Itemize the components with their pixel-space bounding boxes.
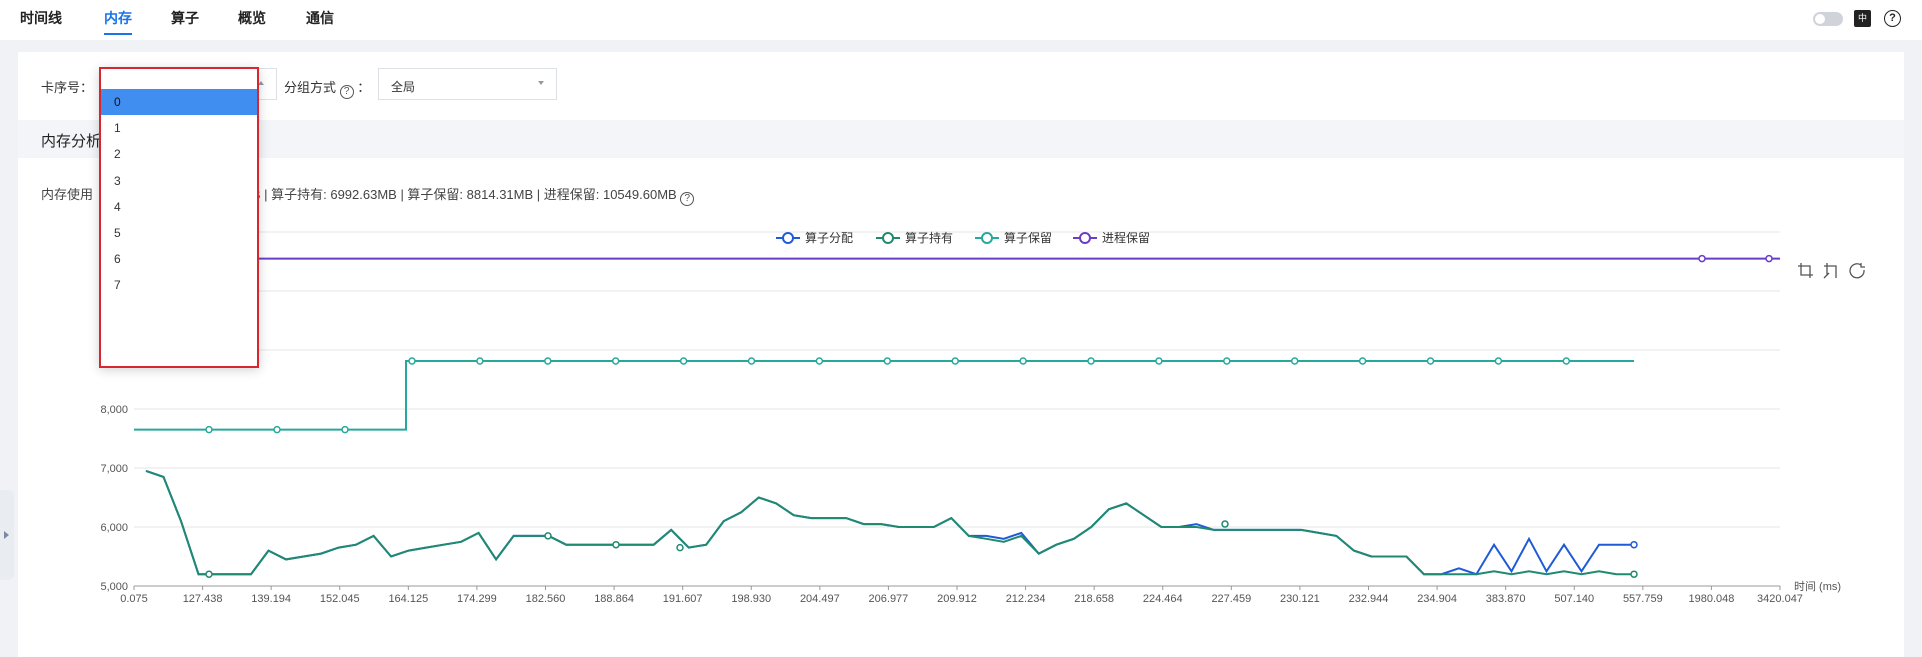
- memory-card: 卡序号： 0 分组方式 ? ： 全局 内存分析 内存使用MB | 算子持有: 6…: [18, 52, 1904, 657]
- legend-swatch-marker[interactable]: [1079, 232, 1091, 244]
- x-tick-label: 127.438: [183, 593, 223, 605]
- series-operator-hold-point: [676, 543, 684, 552]
- series-operator-reserve-point: [815, 357, 824, 365]
- x-tick-label: 557.759: [1623, 593, 1663, 605]
- x-tick-label: 212.234: [1006, 593, 1046, 605]
- x-tick-label: 188.864: [594, 593, 634, 605]
- y-tick-label: 6,000: [100, 522, 128, 534]
- series-operator-reserve-point: [408, 357, 416, 365]
- memory-chart: 5,0006,0007,0008,0009,000110.075127.4381…: [100, 227, 1865, 605]
- series-operator-reserve-point: [1087, 357, 1095, 365]
- x-tick-label: 507.140: [1554, 593, 1594, 605]
- series-operator-reserve-point: [544, 357, 552, 365]
- top-nav: 时间线 内存 算子 概览 通信 中 ?: [0, 0, 1922, 40]
- x-tick-label: 182.560: [526, 593, 566, 605]
- dropdown-option-2[interactable]: 2: [101, 141, 257, 167]
- series-operator-hold-point: [205, 570, 213, 578]
- dropdown-option-1[interactable]: 1: [101, 115, 257, 141]
- x-tick-label: 152.045: [320, 593, 360, 605]
- series-operator-reserve-point: [1290, 357, 1299, 365]
- series-operator-reserve-point: [883, 357, 892, 365]
- legend-label[interactable]: 算子保留: [1004, 230, 1052, 245]
- x-tick-label: 139.194: [251, 593, 291, 605]
- series-operator-hold-point: [1630, 570, 1638, 578]
- theme-toggle[interactable]: [1813, 12, 1843, 26]
- legend-label[interactable]: 算子分配: [805, 230, 853, 245]
- series-operator-reserve-point: [205, 425, 213, 434]
- x-tick-label: 209.912: [937, 593, 977, 605]
- dropdown-option-6[interactable]: 6: [101, 246, 257, 272]
- x-tick-label: 227.459: [1211, 593, 1251, 605]
- dropdown-option-0[interactable]: 0: [101, 89, 257, 115]
- x-tick-label: 206.977: [869, 593, 909, 605]
- series-operator-alloc-point: [1630, 540, 1638, 549]
- x-tick-label: 164.125: [388, 593, 428, 605]
- legend-label[interactable]: 算子持有: [905, 230, 953, 245]
- x-tick-label: 198.930: [731, 593, 771, 605]
- card-index-dropdown: 01234567: [99, 67, 259, 368]
- active-tab-indicator: [104, 33, 132, 35]
- x-tick-label: 383.870: [1486, 593, 1526, 605]
- series-operator-reserve-point: [1155, 357, 1163, 365]
- legend-label[interactable]: 进程保留: [1102, 230, 1150, 245]
- restore-icon[interactable]: [1849, 263, 1865, 279]
- series-operator-reserve-point: [341, 425, 349, 434]
- series-operator-hold-line: [145, 469, 1634, 576]
- x-axis-label: 时间 (ms): [1794, 580, 1841, 593]
- tab-timeline[interactable]: 时间线: [20, 8, 62, 28]
- side-collapse-handle[interactable]: [0, 490, 14, 580]
- x-tick-label: 224.464: [1143, 593, 1183, 605]
- x-tick-label: 218.658: [1074, 593, 1114, 605]
- dropdown-option-4[interactable]: 4: [101, 194, 257, 220]
- dropdown-option-7[interactable]: 7: [101, 272, 257, 298]
- legend-swatch-marker[interactable]: [981, 232, 993, 244]
- series-operator-reserve-point: [1494, 357, 1503, 365]
- series-operator-reserve-point: [951, 357, 959, 365]
- zoom-reset-icon[interactable]: [1823, 263, 1837, 279]
- y-tick-label: 8,000: [100, 404, 128, 416]
- legend-swatch-marker[interactable]: [882, 232, 894, 244]
- series-operator-hold-point: [612, 540, 620, 549]
- series-operator-reserve-point: [273, 425, 281, 434]
- series-operator-reserve-point: [611, 357, 620, 365]
- series-operator-reserve-point: [1223, 357, 1231, 365]
- legend-swatch-marker[interactable]: [782, 232, 794, 244]
- series-operator-alloc-line: [145, 469, 1634, 576]
- series-operator-reserve-point: [679, 357, 688, 365]
- series-operator-reserve-point: [1562, 357, 1571, 365]
- series-operator-reserve-point: [1358, 357, 1367, 365]
- zoom-area-icon[interactable]: [1798, 263, 1813, 278]
- x-tick-label: 234.904: [1417, 593, 1457, 605]
- y-tick-label: 5,000: [100, 581, 128, 593]
- series-operator-reserve-point: [747, 357, 756, 365]
- series-process-reserve-point: [1765, 254, 1773, 263]
- x-tick-label: 204.497: [800, 593, 840, 605]
- tab-operator[interactable]: 算子: [171, 8, 199, 28]
- language-icon[interactable]: 中: [1854, 10, 1871, 27]
- x-tick-label: 191.607: [663, 593, 703, 605]
- dropdown-option-3[interactable]: 3: [101, 168, 257, 194]
- series-operator-reserve-point: [476, 357, 484, 365]
- series-operator-reserve-point: [1426, 357, 1435, 365]
- series-process-reserve-point: [1698, 254, 1706, 263]
- y-tick-label: 7,000: [100, 463, 128, 475]
- series-operator-hold-point: [544, 532, 552, 540]
- x-tick-label: 174.299: [457, 593, 497, 605]
- x-tick-label: 1980.048: [1688, 593, 1734, 605]
- tab-memory[interactable]: 内存: [104, 8, 132, 28]
- series-operator-reserve-point: [1019, 357, 1027, 365]
- x-tick-label: 232.944: [1349, 593, 1389, 605]
- toggle-knob: [1815, 14, 1825, 24]
- dropdown-option-5[interactable]: 5: [101, 220, 257, 246]
- x-tick-label: 3420.047: [1757, 593, 1803, 605]
- x-tick-label: 230.121: [1280, 593, 1320, 605]
- series-operator-reserve-line: [134, 359, 1634, 431]
- series-operator-hold-point: [1221, 520, 1229, 528]
- x-tick-label: 0.075: [120, 593, 148, 605]
- help-icon[interactable]: ?: [1884, 10, 1901, 27]
- tab-communication[interactable]: 通信: [306, 8, 334, 28]
- tab-overview[interactable]: 概览: [238, 8, 266, 28]
